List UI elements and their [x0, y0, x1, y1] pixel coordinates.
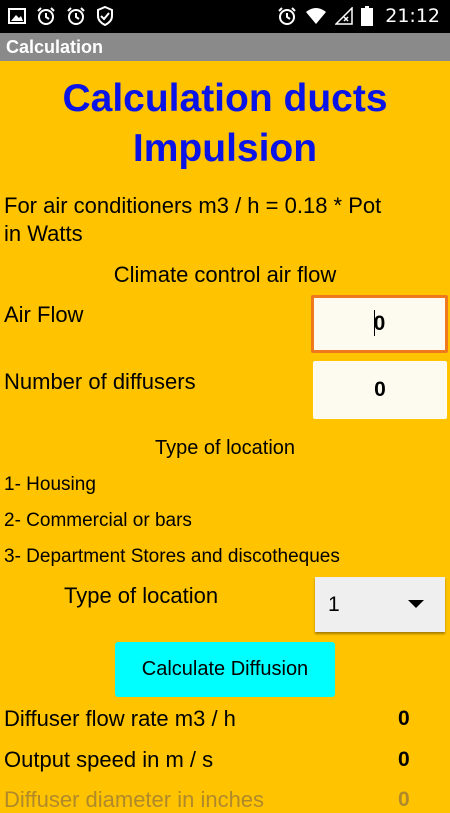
calculate-diffusion-button[interactable]: Calculate Diffusion: [115, 642, 335, 697]
status-bar: 21:12: [0, 0, 450, 33]
air-flow-value: 0: [373, 312, 386, 335]
result-label-output-speed: Output speed in m / s: [4, 747, 214, 772]
no-signal-icon: [335, 7, 353, 25]
location-option-1: 1- Housing: [4, 474, 96, 495]
location-option-2: 2- Commercial or bars: [4, 510, 192, 531]
location-selected-value: 1: [328, 593, 340, 616]
formula-line-1: For air conditioners m3 / h = 0.18 * Pot: [4, 193, 382, 218]
alarm-icon: [36, 6, 56, 26]
battery-icon: [361, 6, 374, 26]
page-heading: Calculation ducts Impulsion: [0, 74, 450, 174]
diffusers-label: Number of diffusers: [4, 369, 196, 394]
text-cursor: [374, 310, 375, 336]
formula-text: For air conditioners m3 / h = 0.18 * Pot…: [4, 192, 381, 248]
alarm-icon: [277, 6, 297, 26]
image-icon: [8, 8, 26, 24]
formula-line-2: in Watts: [4, 221, 83, 246]
heading-line-2: Impulsion: [132, 127, 318, 170]
result-value-diameter: 0: [398, 788, 410, 811]
status-right-icons: 21:12: [277, 5, 440, 27]
result-value-output-speed: 0: [398, 748, 410, 771]
air-flow-label: Air Flow: [4, 302, 84, 327]
diffusers-input[interactable]: 0: [313, 361, 447, 419]
location-select-label: Type of location: [64, 583, 219, 608]
location-type-dropdown[interactable]: 1: [315, 577, 445, 632]
alarm-icon: [66, 6, 86, 26]
wifi-icon: [305, 7, 327, 25]
location-header: Type of location: [154, 437, 296, 459]
result-label-diameter: Diffuser diameter in inches: [4, 787, 265, 812]
result-value-flow-rate: 0: [398, 707, 410, 730]
section-title: Climate control air flow: [113, 262, 337, 287]
diffusers-value: 0: [374, 378, 386, 401]
shield-icon: [96, 6, 114, 26]
location-option-3: 3- Department Stores and discotheques: [4, 546, 340, 567]
clock-time: 21:12: [385, 5, 440, 27]
status-left-icons: [8, 6, 114, 26]
dropdown-arrow-icon: [408, 600, 424, 608]
heading-line-1: Calculation ducts: [62, 77, 388, 120]
app-title: Calculation: [6, 37, 104, 57]
result-label-flow-rate: Diffuser flow rate m3 / h: [4, 706, 236, 731]
air-flow-input[interactable]: 0: [311, 295, 448, 353]
app-bar: Calculation: [0, 33, 450, 61]
